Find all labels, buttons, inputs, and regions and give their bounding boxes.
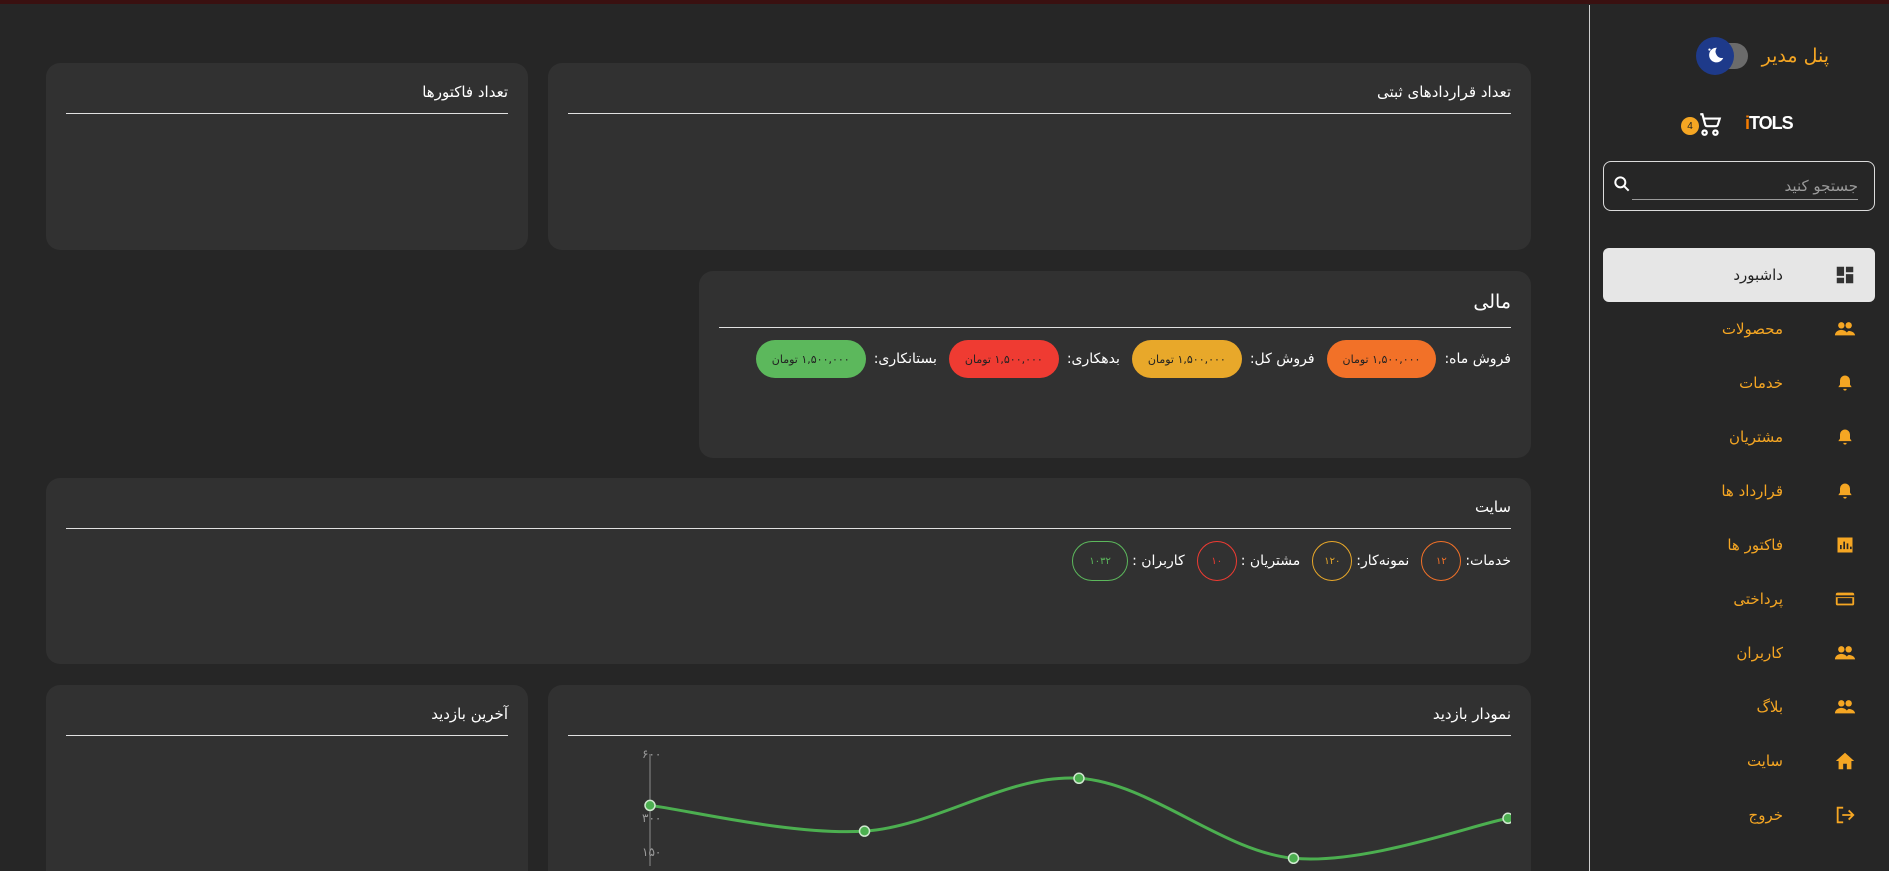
moon-icon — [1695, 37, 1734, 75]
visit-line-chart: ۶۰۰ ۳۰۰ ۱۵۰ — [642, 747, 1511, 866]
contracts-count-card: تعداد قراردادهای ثبتی — [548, 63, 1531, 250]
cart-icon — [1700, 113, 1722, 136]
search-icon[interactable] — [1612, 174, 1632, 198]
sidebar-item-label: مشتریان — [1729, 428, 1783, 446]
site-stats: خدمات: ۱۲ نمونه‌کار: ۱۲۰ مشتریان : ۱۰ کا… — [66, 541, 1511, 581]
sidebar-nav: داشبورد محصولات خدمات مشتریان قرارداد ها… — [1603, 248, 1875, 842]
card-title: سایت — [66, 498, 1511, 529]
sidebar-item-label: بلاگ — [1756, 698, 1783, 716]
portfolio-label: نمونه‌کار: — [1356, 553, 1410, 569]
sidebar-item-label: داشبورد — [1733, 266, 1783, 284]
sidebar-item-label: خروج — [1748, 806, 1783, 824]
card-title: آخرین بازدید — [66, 705, 508, 736]
y-tick-label: ۳۰۰ — [642, 811, 661, 825]
users-count: ۱۰۳۲ — [1072, 541, 1129, 581]
logout-icon — [1831, 801, 1859, 829]
cart-count-badge: 4 — [1681, 117, 1699, 135]
dark-mode-toggle[interactable] — [1695, 37, 1748, 75]
visit-data-point[interactable] — [1502, 812, 1511, 825]
services-count: ۱۲ — [1421, 541, 1462, 581]
card-title: مالی — [719, 291, 1511, 328]
sidebar: پنل مدیر iTOLS 4 داشبورد محصولات — [1589, 5, 1889, 871]
sidebar-item-blog[interactable]: بلاگ — [1603, 680, 1875, 734]
itols-logo: iTOLS — [1745, 113, 1794, 133]
people-icon — [1831, 639, 1859, 667]
sidebar-item-label: سایت — [1746, 752, 1783, 770]
logo-row: iTOLS 4 — [1681, 105, 1799, 145]
sidebar-item-payments[interactable]: پرداختی — [1603, 572, 1875, 626]
sidebar-item-products[interactable]: محصولات — [1603, 302, 1875, 356]
bell-icon — [1831, 423, 1859, 451]
sidebar-item-users[interactable]: کاربران — [1603, 626, 1875, 680]
panel-header: پنل مدیر — [1695, 37, 1829, 75]
credit-card-icon — [1831, 585, 1859, 613]
customers-count: ۱۰ — [1196, 541, 1237, 581]
sidebar-item-label: فاکتور ها — [1727, 536, 1783, 554]
visit-data-point[interactable] — [1073, 772, 1085, 785]
financial-stats: فروش ماه: ۱,۵۰۰,۰۰۰ تومان فروش کل: ۱,۵۰۰… — [719, 340, 1511, 378]
financial-card: مالی فروش ماه: ۱,۵۰۰,۰۰۰ تومان فروش کل: … — [699, 271, 1531, 458]
customers-label: مشتریان : — [1240, 553, 1301, 569]
people-icon — [1831, 315, 1859, 343]
monthly-sales-badge: ۱,۵۰۰,۰۰۰ تومان — [1326, 340, 1437, 378]
invoices-count-card: تعداد فاکتورها — [46, 63, 528, 250]
sidebar-item-logout[interactable]: خروج — [1603, 788, 1875, 842]
card-title: تعداد فاکتورها — [66, 83, 508, 114]
visit-data-point[interactable] — [644, 799, 656, 812]
sidebar-item-invoices[interactable]: فاکتور ها — [1603, 518, 1875, 572]
visit-data-point[interactable] — [858, 825, 871, 837]
services-label: خدمات: — [1465, 553, 1511, 569]
card-title: نمودار بازدید — [568, 705, 1511, 736]
search-box — [1603, 161, 1875, 211]
home-icon — [1831, 747, 1859, 775]
sidebar-item-label: پرداختی — [1733, 590, 1783, 608]
sidebar-item-dashboard[interactable]: داشبورد — [1603, 248, 1875, 302]
last-visit-card: آخرین بازدید — [46, 685, 528, 871]
people-icon — [1831, 693, 1859, 721]
sidebar-item-label: محصولات — [1721, 320, 1783, 338]
cart-button[interactable]: 4 — [1681, 111, 1723, 139]
card-title: تعداد قراردادهای ثبتی — [568, 83, 1511, 114]
sidebar-item-customers[interactable]: مشتریان — [1603, 410, 1875, 464]
y-tick-label: ۶۰۰ — [642, 747, 661, 761]
debt-label: بدهکاری: — [1066, 351, 1120, 367]
visit-data-point[interactable] — [1287, 852, 1300, 865]
bar-chart-icon — [1831, 531, 1859, 559]
sidebar-item-label: قرارداد ها — [1721, 482, 1783, 500]
sidebar-item-label: خدمات — [1739, 374, 1783, 392]
visit-series-line — [649, 776, 1509, 861]
credit-label: بستانکاری: — [873, 351, 937, 367]
debt-badge: ۱,۵۰۰,۰۰۰ تومان — [948, 340, 1059, 378]
y-tick-label: ۱۵۰ — [642, 845, 661, 859]
total-sales-badge: ۱,۵۰۰,۰۰۰ تومان — [1131, 340, 1242, 378]
sidebar-item-contracts[interactable]: قرارداد ها — [1603, 464, 1875, 518]
bell-icon — [1831, 477, 1859, 505]
top-accent-bar — [0, 0, 1889, 4]
credit-badge: ۱,۵۰۰,۰۰۰ تومان — [755, 340, 866, 378]
dashboard-icon — [1831, 261, 1859, 289]
portfolio-count: ۱۲۰ — [1312, 541, 1353, 581]
site-card: سایت خدمات: ۱۲ نمونه‌کار: ۱۲۰ مشتریان : … — [46, 478, 1531, 664]
sidebar-item-services[interactable]: خدمات — [1603, 356, 1875, 410]
bell-icon — [1831, 369, 1859, 397]
search-input[interactable] — [1632, 172, 1858, 200]
total-sales-label: فروش کل: — [1249, 351, 1315, 367]
sidebar-item-label: کاربران — [1736, 644, 1783, 662]
sidebar-item-site[interactable]: سایت — [1603, 734, 1875, 788]
users-label: کاربران : — [1132, 553, 1185, 569]
visit-chart-card: نمودار بازدید ۶۰۰ ۳۰۰ ۱۵۰ — [548, 685, 1531, 871]
monthly-sales-label: فروش ماه: — [1444, 351, 1511, 367]
panel-title: پنل مدیر — [1761, 45, 1829, 67]
